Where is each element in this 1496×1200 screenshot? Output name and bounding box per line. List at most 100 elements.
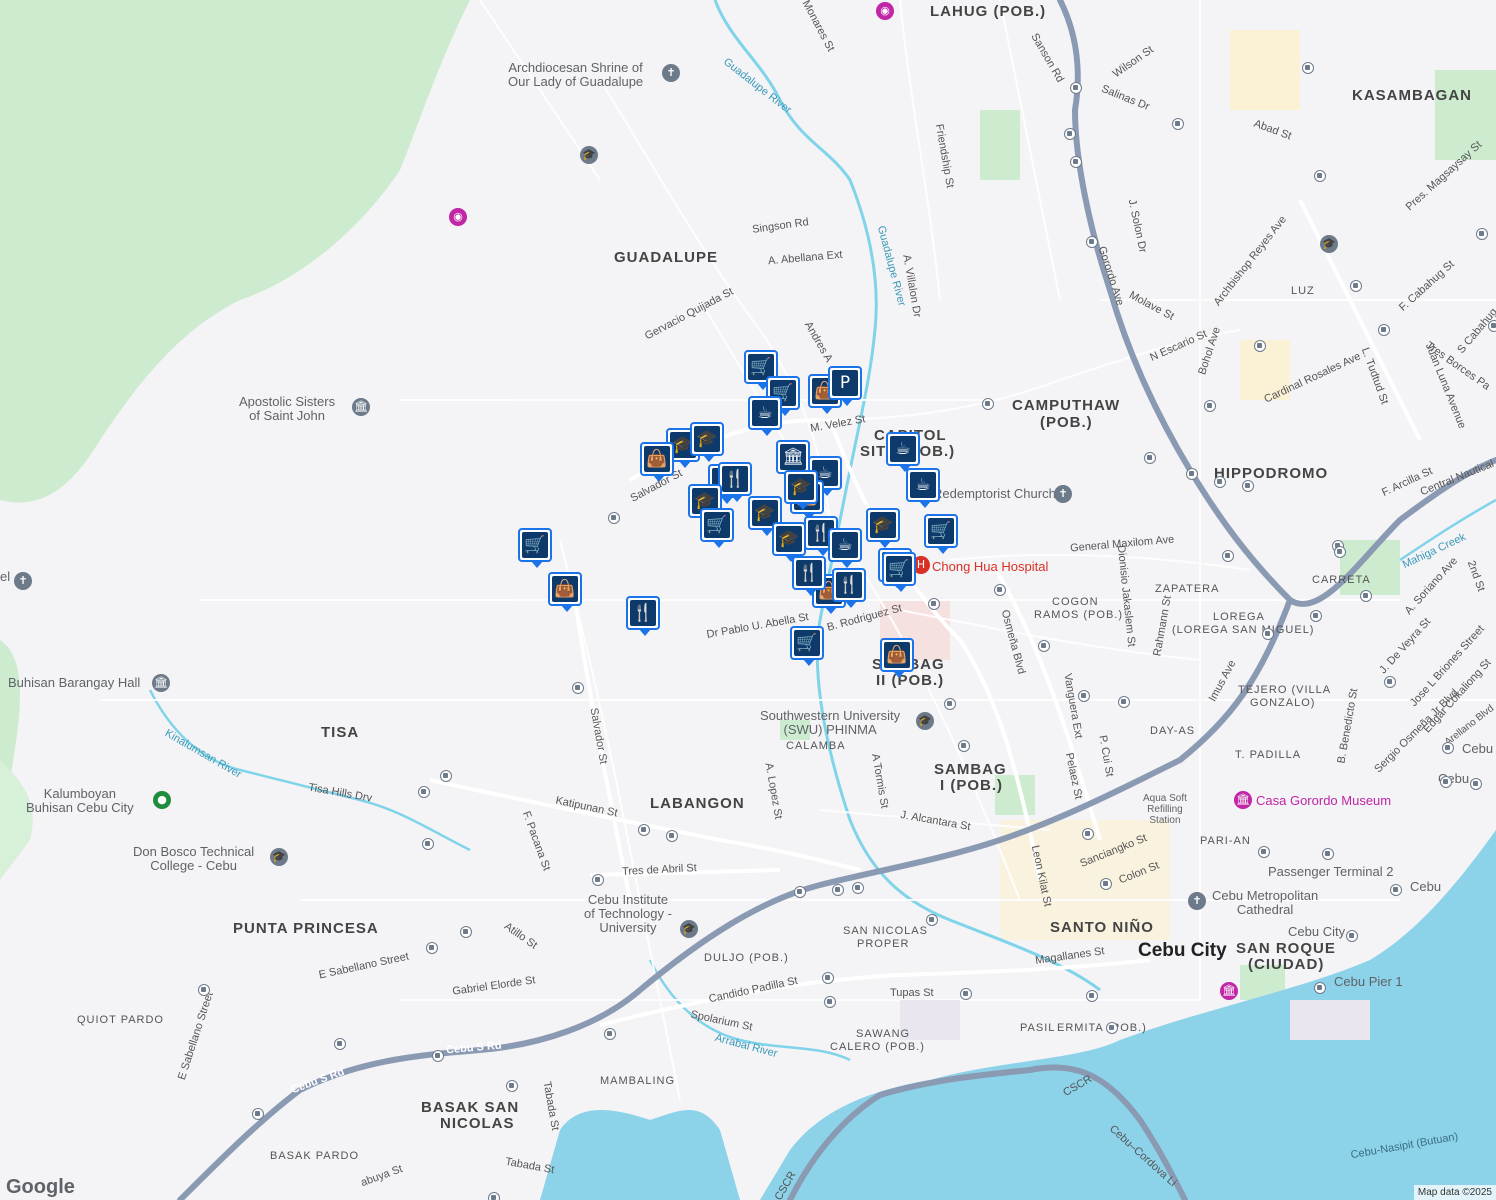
church-icon-redemptorist[interactable]: ✝: [1054, 485, 1072, 503]
poi-chapel-left[interactable]: el: [0, 570, 10, 584]
bus-stop-icon[interactable]: [1360, 590, 1372, 602]
map-pin-cafe[interactable]: ☕: [828, 528, 862, 568]
map-pin-museum[interactable]: 🏛: [776, 440, 810, 480]
map-pin-cart[interactable]: 🛒: [790, 626, 824, 666]
school-icon-guadalupe[interactable]: 🎓: [580, 146, 598, 164]
bus-stop-icon[interactable]: [1378, 324, 1390, 336]
bus-stop-icon[interactable]: [1064, 128, 1076, 140]
bus-stop-icon[interactable]: [1118, 696, 1130, 708]
map-canvas[interactable]: LAHUG (POB.) KASAMBAGAN GUADALUPE CAMPUT…: [0, 0, 1496, 1200]
map-pin-cafe[interactable]: ☕: [886, 432, 920, 472]
poi-chong-hua[interactable]: Chong Hua Hospital: [932, 559, 1048, 574]
map-attribution[interactable]: Map data ©2025: [1413, 1185, 1496, 1200]
bus-stop-icon[interactable]: [1476, 228, 1488, 240]
bus-stop-icon[interactable]: [1390, 884, 1402, 896]
map-pin-cart[interactable]: 🛒: [924, 514, 958, 554]
bus-stop-icon[interactable]: [1214, 476, 1226, 488]
bus-stop-icon[interactable]: [1346, 930, 1358, 942]
bus-stop-icon[interactable]: [1078, 690, 1090, 702]
poi-redemptorist[interactable]: Redemptorist Church: [933, 487, 1056, 501]
bus-stop-icon[interactable]: [334, 1038, 346, 1050]
bus-stop-icon[interactable]: [252, 1108, 264, 1120]
poi-aqua[interactable]: Aqua Soft Refilling Station: [1143, 793, 1187, 826]
museum-icon-casa[interactable]: 🏛: [1234, 791, 1252, 809]
museum-icon[interactable]: 🏛: [352, 398, 370, 416]
bus-stop-icon[interactable]: [1172, 118, 1184, 130]
bus-stop-icon[interactable]: [1442, 742, 1454, 754]
bus-stop-icon[interactable]: [928, 598, 940, 610]
poi-apostolic[interactable]: Apostolic Sisters of Saint John: [239, 395, 335, 423]
bus-stop-icon[interactable]: [1302, 62, 1314, 74]
bus-stop-icon[interactable]: [1322, 848, 1334, 860]
bus-stop-icon[interactable]: [822, 972, 834, 984]
bus-stop-icon[interactable]: [994, 584, 1006, 596]
school-icon-cit[interactable]: 🎓: [680, 920, 698, 938]
school-icon-swu[interactable]: 🎓: [916, 712, 934, 730]
bus-stop-icon[interactable]: [1086, 236, 1098, 248]
map-pin-school[interactable]: 🎓: [690, 422, 724, 462]
bus-stop-icon[interactable]: [666, 830, 678, 842]
poi-kalumboyan[interactable]: Kalumboyan Buhisan Cebu City: [26, 787, 134, 815]
bus-stop-icon[interactable]: [1082, 828, 1094, 840]
bus-stop-icon[interactable]: [1258, 846, 1270, 858]
map-pin-cafe[interactable]: ☕: [906, 468, 940, 508]
bus-stop-icon[interactable]: [944, 698, 956, 710]
map-pin-cafe[interactable]: ☕: [748, 396, 782, 436]
museum-icon-fort[interactable]: 🏛: [1220, 982, 1238, 1000]
park-icon[interactable]: ●: [153, 791, 171, 809]
map-pin-cart[interactable]: 🛒: [882, 552, 916, 592]
poi-casa[interactable]: Casa Gorordo Museum: [1256, 793, 1391, 808]
bus-stop-icon[interactable]: [1254, 340, 1266, 352]
bus-stop-icon[interactable]: [982, 398, 994, 410]
bus-stop-icon[interactable]: [506, 1080, 518, 1092]
tourist-icon-lahug[interactable]: ◉: [876, 2, 894, 20]
bus-stop-icon[interactable]: [608, 512, 620, 524]
government-icon[interactable]: 🏛: [152, 674, 170, 692]
map-pin-cart[interactable]: 🛒: [518, 528, 552, 568]
bus-stop-icon[interactable]: [1070, 82, 1082, 94]
church-icon-left[interactable]: ✝: [14, 572, 32, 590]
map-pin-parking[interactable]: P: [828, 366, 862, 406]
bus-stop-icon[interactable]: [1314, 982, 1326, 994]
map-pin-bag[interactable]: 👜: [880, 638, 914, 678]
bus-stop-icon[interactable]: [422, 838, 434, 850]
bus-stop-icon[interactable]: [1242, 480, 1254, 492]
poi-passenger[interactable]: Passenger Terminal 2: [1268, 865, 1394, 879]
bus-stop-icon[interactable]: [824, 996, 836, 1008]
bus-stop-icon[interactable]: [198, 984, 210, 996]
bus-stop-icon[interactable]: [1144, 452, 1156, 464]
school-icon-don-bosco[interactable]: 🎓: [270, 848, 288, 866]
bus-stop-icon[interactable]: [440, 770, 452, 782]
bus-stop-icon[interactable]: [1186, 468, 1198, 480]
bus-stop-icon[interactable]: [1038, 640, 1050, 652]
bus-stop-icon[interactable]: [1310, 610, 1322, 622]
bus-stop-icon[interactable]: [592, 874, 604, 886]
bus-stop-icon[interactable]: [604, 1028, 616, 1040]
bus-stop-icon[interactable]: [1070, 156, 1082, 168]
bus-stop-icon[interactable]: [1086, 990, 1098, 1002]
bus-stop-icon[interactable]: [572, 682, 584, 694]
bus-stop-icon[interactable]: [1334, 546, 1346, 558]
map-pin-school[interactable]: 🎓: [784, 470, 818, 510]
bus-stop-icon[interactable]: [926, 914, 938, 926]
poi-buhisan-hall[interactable]: Buhisan Barangay Hall: [8, 676, 140, 690]
bus-stop-icon[interactable]: [418, 786, 430, 798]
map-pin-restaurant[interactable]: 🍴: [832, 568, 866, 608]
school-icon-luz[interactable]: 🎓: [1320, 235, 1338, 253]
map-pin-restaurant[interactable]: 🍴: [792, 556, 826, 596]
bus-stop-icon[interactable]: [1204, 400, 1216, 412]
bus-stop-icon[interactable]: [1262, 628, 1274, 640]
bus-stop-icon[interactable]: [1350, 280, 1362, 292]
poi-pier[interactable]: Cebu Pier 1: [1334, 975, 1403, 989]
bus-stop-icon[interactable]: [1440, 776, 1452, 788]
bus-stop-icon[interactable]: [1384, 676, 1396, 688]
poi-metropolitan[interactable]: Cebu Metropolitan Cathedral: [1212, 889, 1318, 917]
bus-stop-icon[interactable]: [1470, 778, 1482, 790]
bus-stop-icon[interactable]: [1100, 878, 1112, 890]
bus-stop-icon[interactable]: [1222, 550, 1234, 562]
poi-cebu-1[interactable]: Cebu: [1410, 880, 1441, 894]
bus-stop-icon[interactable]: [960, 988, 972, 1000]
bus-stop-icon[interactable]: [794, 886, 806, 898]
bus-stop-icon[interactable]: [488, 1192, 500, 1200]
poi-cebu-2[interactable]: Cebu: [1462, 742, 1493, 756]
